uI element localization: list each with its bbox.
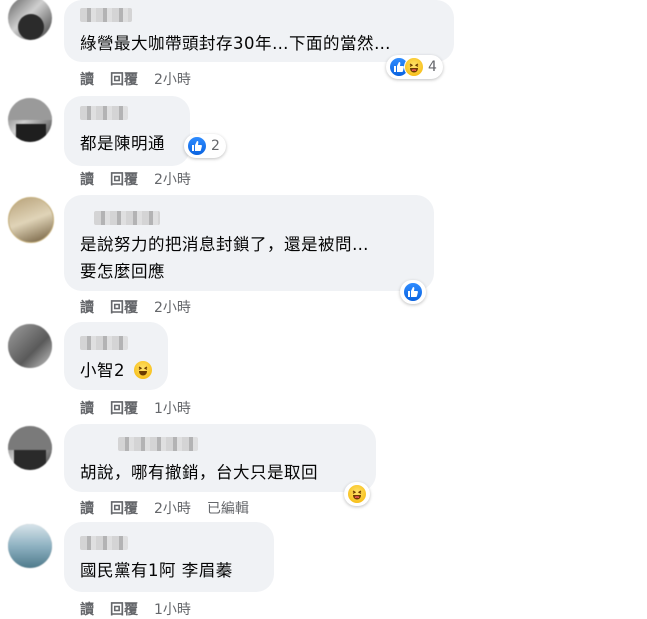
reaction-summary[interactable]: 4 — [386, 55, 443, 79]
reaction-count: 2 — [211, 138, 220, 154]
comment-actions: 讀回覆 1小時 — [80, 398, 207, 418]
read-button[interactable]: 讀 — [80, 297, 94, 317]
like-icon — [403, 282, 423, 302]
comment-text: 小智2 — [80, 361, 125, 380]
reply-button[interactable]: 回覆 — [110, 69, 138, 89]
comment-text-line-2: 要怎麼回應 — [80, 262, 165, 281]
timestamp[interactable]: 2小時 — [154, 498, 191, 518]
timestamp[interactable]: 1小時 — [154, 599, 191, 619]
read-button[interactable]: 讀 — [80, 69, 94, 89]
commenter-name[interactable] — [118, 437, 198, 451]
reply-button[interactable]: 回覆 — [110, 498, 138, 518]
avatar[interactable] — [8, 0, 52, 40]
reaction-count: 4 — [428, 59, 437, 75]
haha-icon — [404, 57, 424, 77]
reply-button[interactable]: 回覆 — [110, 398, 138, 418]
read-button[interactable]: 讀 — [80, 398, 94, 418]
comment-actions: 讀回覆 2小時 — [80, 69, 207, 89]
comment-text: 國民黨有1阿 李眉蓁 — [80, 561, 233, 580]
timestamp[interactable]: 2小時 — [154, 297, 191, 317]
like-icon — [187, 136, 207, 156]
reaction-summary[interactable] — [400, 280, 426, 304]
read-button[interactable]: 讀 — [80, 498, 94, 518]
avatar[interactable] — [8, 324, 52, 368]
reaction-summary[interactable] — [344, 482, 370, 506]
avatar[interactable] — [8, 524, 52, 568]
edited-label[interactable]: 已編輯 — [207, 498, 249, 518]
comment-text: 是說努力的把消息封鎖了，還是被問… — [80, 235, 369, 254]
commenter-name[interactable] — [80, 106, 128, 120]
commenter-name[interactable] — [94, 211, 160, 225]
reaction-summary[interactable]: 2 — [184, 134, 226, 158]
timestamp[interactable]: 2小時 — [154, 169, 191, 189]
commenter-name[interactable] — [80, 336, 128, 350]
comment-text: 都是陳明通 — [80, 134, 165, 153]
commenter-name[interactable] — [80, 536, 128, 550]
avatar[interactable] — [8, 98, 52, 142]
reply-button[interactable]: 回覆 — [110, 169, 138, 189]
timestamp[interactable]: 2小時 — [154, 69, 191, 89]
timestamp[interactable]: 1小時 — [154, 398, 191, 418]
comment-actions: 讀回覆 2小時 — [80, 297, 207, 317]
comment-actions: 讀回覆 1小時 — [80, 599, 207, 619]
read-button[interactable]: 讀 — [80, 169, 94, 189]
comment-actions: 讀回覆 2小時 已編輯 — [80, 498, 265, 518]
haha-icon — [347, 484, 367, 504]
comment-text: 綠營最大咖帶頭封存30年…下面的當然… — [80, 34, 391, 53]
avatar[interactable] — [8, 197, 54, 243]
haha-emoji-icon — [134, 361, 152, 379]
avatar[interactable] — [8, 426, 52, 470]
read-button[interactable]: 讀 — [80, 599, 94, 619]
reply-button[interactable]: 回覆 — [110, 297, 138, 317]
commenter-name[interactable] — [80, 8, 132, 22]
comment-text: 胡說，哪有撤銷，台大只是取回 — [80, 463, 318, 482]
reply-button[interactable]: 回覆 — [110, 599, 138, 619]
comment-actions: 讀回覆 2小時 — [80, 169, 207, 189]
